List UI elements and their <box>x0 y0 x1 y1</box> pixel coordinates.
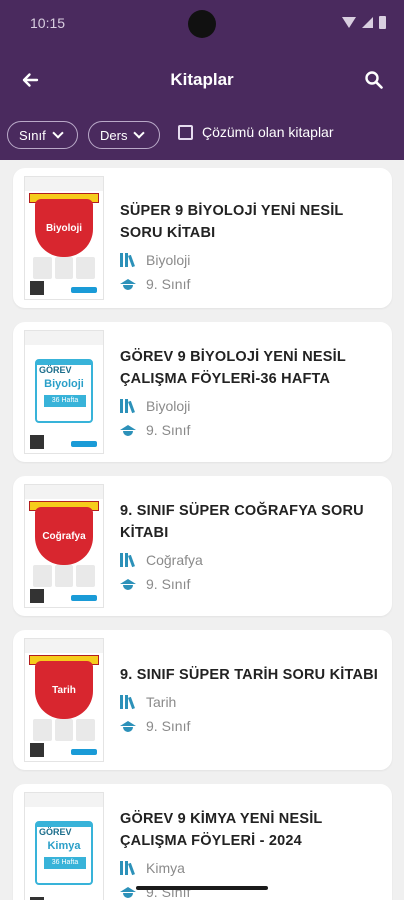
book-subject: Kimya <box>120 860 185 876</box>
status-time: 10:15 <box>30 15 66 31</box>
book-subject: Tarih <box>120 694 176 710</box>
class-filter-label: Sınıf <box>19 127 46 143</box>
publisher-logo <box>71 287 97 293</box>
book-subject: Biyoloji <box>120 252 190 268</box>
cover-badge: 36 Hafta <box>44 857 86 869</box>
signal-icon <box>362 17 373 28</box>
top-header: 10:15 Kitaplar Sınıf Ders Çözümü olan ki… <box>0 0 404 160</box>
library-icon <box>120 861 136 876</box>
gesture-nav-bar[interactable] <box>136 886 268 890</box>
book-card[interactable]: Tarih 9. SINIF SÜPER TARİH SORU KİTABI T… <box>13 630 392 770</box>
library-icon <box>120 253 136 268</box>
book-card[interactable]: GÖREV Kimya 36 Hafta GÖREV 9 KİMYA YENİ … <box>13 784 392 900</box>
cover-subject: Biyoloji <box>44 378 84 390</box>
qr-code-icon <box>30 589 44 603</box>
book-cover: Coğrafya <box>24 484 104 608</box>
battery-icon <box>379 16 386 29</box>
cover-subject: Kimya <box>47 840 81 852</box>
library-icon <box>120 399 136 414</box>
cover-series-mark: GÖREV <box>39 827 72 837</box>
book-title: 9. SINIF SÜPER COĞRAFYA SORU KİTABI <box>120 503 364 541</box>
book-cover: GÖREV Biyoloji 36 Hafta <box>24 330 104 454</box>
graduation-cap-icon <box>120 719 136 733</box>
book-subject-label: Tarih <box>146 694 177 710</box>
cover-badge: Biyoloji <box>35 199 93 257</box>
book-cover: GÖREV Kimya 36 Hafta <box>24 792 104 900</box>
book-subject-label: Coğrafya <box>146 552 203 568</box>
camera-cutout <box>188 10 216 38</box>
book-cover: Biyoloji <box>24 176 104 300</box>
status-icons <box>342 16 386 29</box>
graduation-cap-icon <box>120 885 136 899</box>
book-list: Biyoloji SÜPER 9 BİYOLOJİ YENİ NESİL SOR… <box>0 160 404 900</box>
solutions-filter[interactable]: Çözümü olan kitaplar <box>178 124 334 140</box>
graduation-cap-icon <box>120 423 136 437</box>
class-filter-dropdown[interactable]: Sınıf <box>7 121 78 149</box>
book-subject-label: Biyoloji <box>146 252 191 268</box>
subject-filter-dropdown[interactable]: Ders <box>88 121 160 149</box>
book-title: GÖREV 9 KİMYA YENİ NESİL ÇALIŞMA FÖYLERİ… <box>120 811 323 849</box>
qr-code-icon <box>30 435 44 449</box>
book-grade: 9. Sınıf <box>120 422 190 438</box>
book-cover: Tarih <box>24 638 104 762</box>
solutions-checkbox[interactable] <box>178 124 193 140</box>
graduation-cap-icon <box>120 577 136 591</box>
page-title: Kitaplar <box>170 70 234 89</box>
book-title: 9. SINIF SÜPER TARİH SORU KİTABI <box>120 667 379 683</box>
cover-badge: Tarih <box>35 661 93 719</box>
wifi-icon <box>342 17 356 28</box>
qr-code-icon <box>30 281 44 295</box>
book-grade: 9. Sınıf <box>120 576 190 592</box>
book-title: GÖREV 9 BİYOLOJİ YENİ NESİL ÇALIŞMA FÖYL… <box>120 349 346 387</box>
cover-badge: 36 Hafta <box>44 395 86 407</box>
book-title: SÜPER 9 BİYOLOJİ YENİ NESİL SORU KİTABI <box>120 203 344 241</box>
cover-badge: Coğrafya <box>35 507 93 565</box>
book-grade: 9. Sınıf <box>120 718 190 734</box>
book-subject: Coğrafya <box>120 552 203 568</box>
book-card[interactable]: Biyoloji SÜPER 9 BİYOLOJİ YENİ NESİL SOR… <box>13 168 392 308</box>
filter-row: Sınıf Ders Çözümü olan kitaplar <box>0 121 404 151</box>
publisher-logo <box>71 749 97 755</box>
chevron-down-icon <box>133 127 146 139</box>
library-icon <box>120 553 136 568</box>
app-bar: Kitaplar <box>0 56 404 104</box>
qr-code-icon <box>30 743 44 757</box>
library-icon <box>120 695 136 710</box>
solutions-checkbox-label: Çözümü olan kitaplar <box>202 124 334 140</box>
subject-filter-label: Ders <box>100 127 128 143</box>
book-grade: 9. Sınıf <box>120 276 190 292</box>
book-grade-label: 9. Sınıf <box>146 276 191 292</box>
book-grade-label: 9. Sınıf <box>146 718 191 734</box>
book-card[interactable]: GÖREV Biyoloji 36 Hafta GÖREV 9 BİYOLOJİ… <box>13 322 392 462</box>
chevron-down-icon <box>52 127 64 139</box>
search-icon <box>365 71 383 89</box>
publisher-logo <box>71 595 97 601</box>
cover-series-mark: GÖREV <box>39 365 72 375</box>
book-subject-label: Kimya <box>146 860 185 876</box>
book-subject-label: Biyoloji <box>146 398 191 414</box>
status-bar: 10:15 <box>0 0 404 50</box>
book-subject: Biyoloji <box>120 398 190 414</box>
book-grade-label: 9. Sınıf <box>146 422 191 438</box>
book-grade-label: 9. Sınıf <box>146 576 191 592</box>
search-button[interactable] <box>358 64 390 96</box>
publisher-logo <box>71 441 97 447</box>
book-card[interactable]: Coğrafya 9. SINIF SÜPER COĞRAFYA SORU Kİ… <box>13 476 392 616</box>
graduation-cap-icon <box>120 277 136 291</box>
